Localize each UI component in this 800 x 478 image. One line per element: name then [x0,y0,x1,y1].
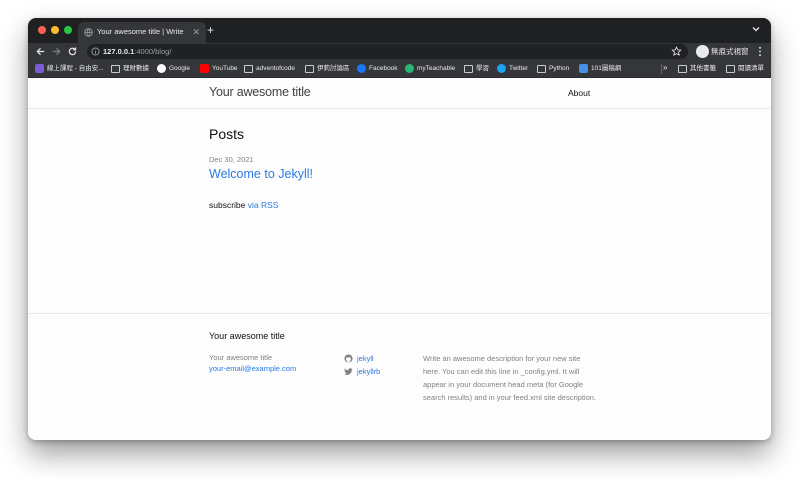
posts-heading: Posts [209,126,245,142]
subscribe-label: subscribe [209,200,246,210]
image-site-icon [579,64,588,73]
twitter-bird-icon [344,368,353,375]
address-bar[interactable]: 127.0.0.1:4000/blog/ [87,44,688,59]
bookmark-label: 其他書籤 [690,65,716,72]
more-bookmarks-icon[interactable]: » [663,62,667,74]
bookmark-label: Facebook [369,65,398,72]
twitter-username: jekyllrb [357,367,381,376]
folder-icon [464,65,473,73]
site-header: Your awesome title About [28,78,771,109]
reload-icon[interactable] [67,46,78,57]
tab-strip: Your awesome title | Write an awesome de… [28,18,771,43]
footer-email-link[interactable]: your-email@example.com [209,363,296,374]
github-icon [344,354,353,363]
twitter-icon [497,64,506,73]
post-date: Dec 30, 2021 [209,155,254,164]
folder-icon [305,65,314,73]
nav-about-link[interactable]: About [568,88,590,98]
site-info-icon[interactable] [91,47,100,56]
forward-arrow-icon[interactable] [51,46,62,57]
bookmark-star-icon[interactable] [671,46,682,57]
globe-icon [84,28,93,37]
close-window-button[interactable] [38,26,46,34]
new-tab-icon[interactable]: + [207,23,214,37]
subscribe-text: subscribe via RSS [209,200,278,210]
tab-title: Your awesome title | Write an awesome de… [97,27,185,36]
bookmark-label: 理財數據 [123,65,149,72]
footer-heading: Your awesome title [209,331,285,341]
course-site-icon [35,64,44,73]
profile-label: 無痕式視窗 [711,47,749,56]
bookmark-label: 閱讀清單 [738,65,764,72]
bookmarks-divider [661,64,662,74]
folder-icon [537,65,546,73]
browser-window: Your awesome title | Write an awesome de… [28,18,771,440]
folder-icon [111,65,120,73]
github-username: jekyll [357,354,374,363]
url-text: 127.0.0.1:4000/blog/ [103,46,171,57]
post-title-link[interactable]: Welcome to Jekyll! [209,167,313,181]
footer-description: Write an awesome description for your ne… [423,354,596,402]
web-page: Your awesome title About Posts Dec 30, 2… [28,78,771,440]
close-tab-icon[interactable]: ✕ [192,26,200,38]
bookmark-label: Google [169,65,190,72]
site-title-link[interactable]: Your awesome title [209,85,311,99]
reading-list-icon [726,65,735,73]
back-arrow-icon[interactable] [35,46,46,57]
more-menu-icon[interactable] [757,46,763,57]
folder-icon [678,65,687,73]
browser-toolbar: 127.0.0.1:4000/blog/ 無痕式視窗 [28,43,771,60]
facebook-icon [357,64,366,73]
bookmark-label: YouTube [212,65,238,72]
zoom-window-button[interactable] [64,26,72,34]
bookmark-label: myTeachable [417,65,456,72]
bookmark-label: 線上課程 - 自由安... [47,65,104,72]
url-host: 127.0.0.1 [103,47,135,56]
bookmark-label: 101圖稿網 [591,65,622,72]
incognito-icon [696,45,709,58]
footer-contact: Your awesome title your-email@example.co… [209,352,296,374]
rss-link[interactable]: via RSS [248,200,279,210]
teachable-icon [405,64,414,73]
bookmark-label: Twitter [509,65,529,72]
browser-tab[interactable]: Your awesome title | Write an awesome de… [78,22,206,43]
bookmarks-bar: 線上課程 - 自由安... 理財數據 Google YouTube advent… [28,60,771,78]
url-path: :4000/blog/ [134,47,172,56]
incognito-profile-button[interactable]: 無痕式視窗 [696,45,758,58]
youtube-icon [200,64,209,73]
site-footer: Your awesome title Your awesome title yo… [28,313,771,440]
chevron-down-icon[interactable] [751,24,761,34]
folder-icon [244,65,253,73]
google-icon [157,64,166,73]
bookmark-label: 學習 [476,65,489,72]
bookmark-label: adventofcode [256,65,296,72]
footer-name: Your awesome title [209,353,273,362]
bookmark-label: 伊莉討論區 [317,65,350,72]
minimize-window-button[interactable] [51,26,59,34]
bookmark-label: Python [549,65,570,72]
